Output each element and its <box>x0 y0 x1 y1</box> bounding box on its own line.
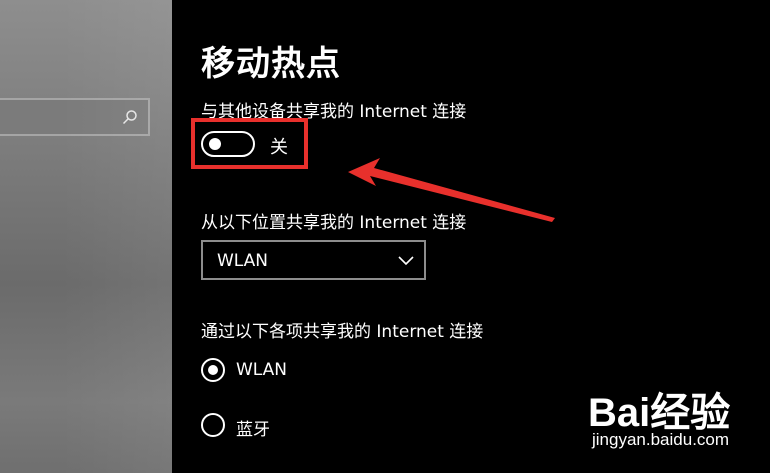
baidu-jingyan-watermark: Bai经验 jingyan.baidu.com <box>588 380 763 465</box>
chevron-down-icon <box>398 256 414 266</box>
search-icon[interactable] <box>122 109 138 125</box>
radio-wlan-label[interactable]: WLAN <box>236 360 287 380</box>
watermark-url: jingyan.baidu.com <box>592 430 730 449</box>
sidebar <box>0 0 172 473</box>
radio-bluetooth[interactable] <box>201 413 225 437</box>
share-from-select[interactable]: WLAN <box>201 240 426 280</box>
annotation-highlight-box <box>191 118 308 169</box>
share-from-label: 从以下位置共享我的 Internet 连接 <box>201 213 467 233</box>
search-input[interactable] <box>0 98 150 136</box>
share-via-label: 通过以下各项共享我的 Internet 连接 <box>201 322 484 342</box>
radio-wlan[interactable] <box>201 358 225 382</box>
radio-bluetooth-label[interactable]: 蓝牙 <box>236 415 270 440</box>
page-title: 移动热点 <box>201 44 341 84</box>
share-from-selected-value: WLAN <box>217 251 269 271</box>
